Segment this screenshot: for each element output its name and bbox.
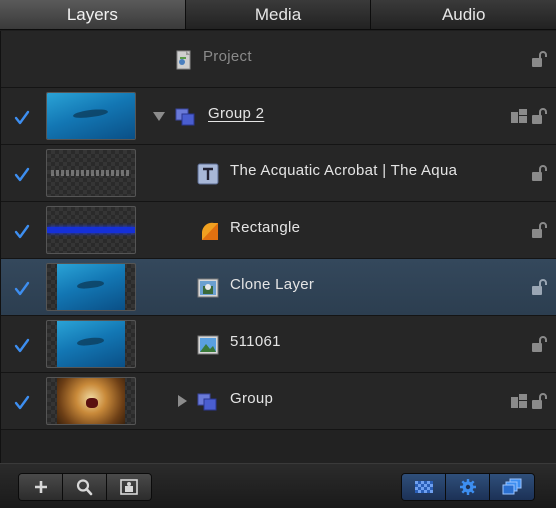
visibility-checkbox[interactable] [13, 337, 31, 355]
lock-icon[interactable] [531, 164, 547, 182]
visibility-checkbox[interactable] [13, 394, 31, 412]
layer-row-clone-layer[interactable]: Clone Layer [1, 259, 556, 316]
layer-label: Group 2 [208, 105, 265, 122]
layers-list: Project Group 2 The Acquatic Acrobat | T… [0, 31, 556, 463]
lock-icon[interactable] [531, 278, 547, 296]
search-button[interactable] [63, 474, 107, 500]
layer-thumbnail [46, 149, 136, 197]
shape-icon [198, 220, 220, 242]
layer-thumbnail [46, 377, 136, 425]
visibility-checkbox[interactable] [13, 223, 31, 241]
layer-label: Project [203, 48, 252, 65]
layer-label: Clone Layer [230, 276, 315, 293]
drop-zone-button[interactable] [107, 474, 151, 500]
show-effects-button[interactable] [446, 474, 490, 500]
image-layer-icon [197, 334, 219, 356]
bottom-toolbar [0, 463, 556, 508]
tab-media[interactable]: Media [186, 0, 372, 29]
layer-thumbnail [46, 320, 136, 368]
plus-icon [34, 481, 47, 493]
group-icon [196, 391, 218, 413]
disclosure-triangle-icon[interactable] [178, 395, 187, 407]
lock-icon[interactable] [531, 335, 547, 353]
visibility-checkbox[interactable] [13, 109, 31, 127]
clone-layer-icon [197, 277, 219, 299]
layer-row-rectangle[interactable]: Rectangle [1, 202, 556, 259]
layer-label: 511061 [230, 333, 281, 350]
show-layers-button[interactable] [490, 474, 534, 500]
lock-icon[interactable] [531, 392, 547, 410]
layer-row-project[interactable]: Project [1, 31, 556, 88]
isolate-icon[interactable] [511, 109, 527, 123]
layer-row-image[interactable]: 511061 [1, 316, 556, 373]
lock-icon[interactable] [531, 107, 547, 125]
layer-row-group-2[interactable]: Group 2 [1, 88, 556, 145]
isolate-icon[interactable] [511, 394, 527, 408]
placeholder-icon [120, 479, 138, 495]
disclosure-triangle-icon[interactable] [153, 112, 165, 121]
layer-thumbnail [46, 92, 136, 140]
visibility-checkbox[interactable] [13, 280, 31, 298]
layer-label: Group [230, 390, 274, 407]
view-options-group [401, 473, 535, 501]
layer-actions-group [18, 473, 152, 501]
tab-bar: Layers Media Audio [0, 0, 556, 30]
tab-layers[interactable]: Layers [0, 0, 186, 29]
layer-row-text[interactable]: The Acquatic Acrobat | The Aqua [1, 145, 556, 202]
lock-icon[interactable] [531, 221, 547, 239]
search-icon [76, 479, 92, 496]
layer-row-group[interactable]: Group [1, 373, 556, 430]
checkerboard-icon [414, 481, 433, 493]
layers-stack-icon [502, 478, 522, 495]
project-icon [173, 49, 195, 71]
layer-label: Rectangle [230, 219, 301, 236]
layer-label: The Acquatic Acrobat | The Aqua [230, 162, 458, 179]
tab-audio[interactable]: Audio [371, 0, 556, 29]
text-layer-icon [197, 163, 219, 185]
add-layer-button[interactable] [19, 474, 63, 500]
gear-icon [459, 479, 476, 495]
group-icon [174, 106, 196, 128]
show-thumbnails-button[interactable] [402, 474, 446, 500]
visibility-checkbox[interactable] [13, 166, 31, 184]
lock-icon[interactable] [531, 50, 547, 68]
layer-thumbnail [46, 263, 136, 311]
layer-thumbnail [46, 206, 136, 254]
